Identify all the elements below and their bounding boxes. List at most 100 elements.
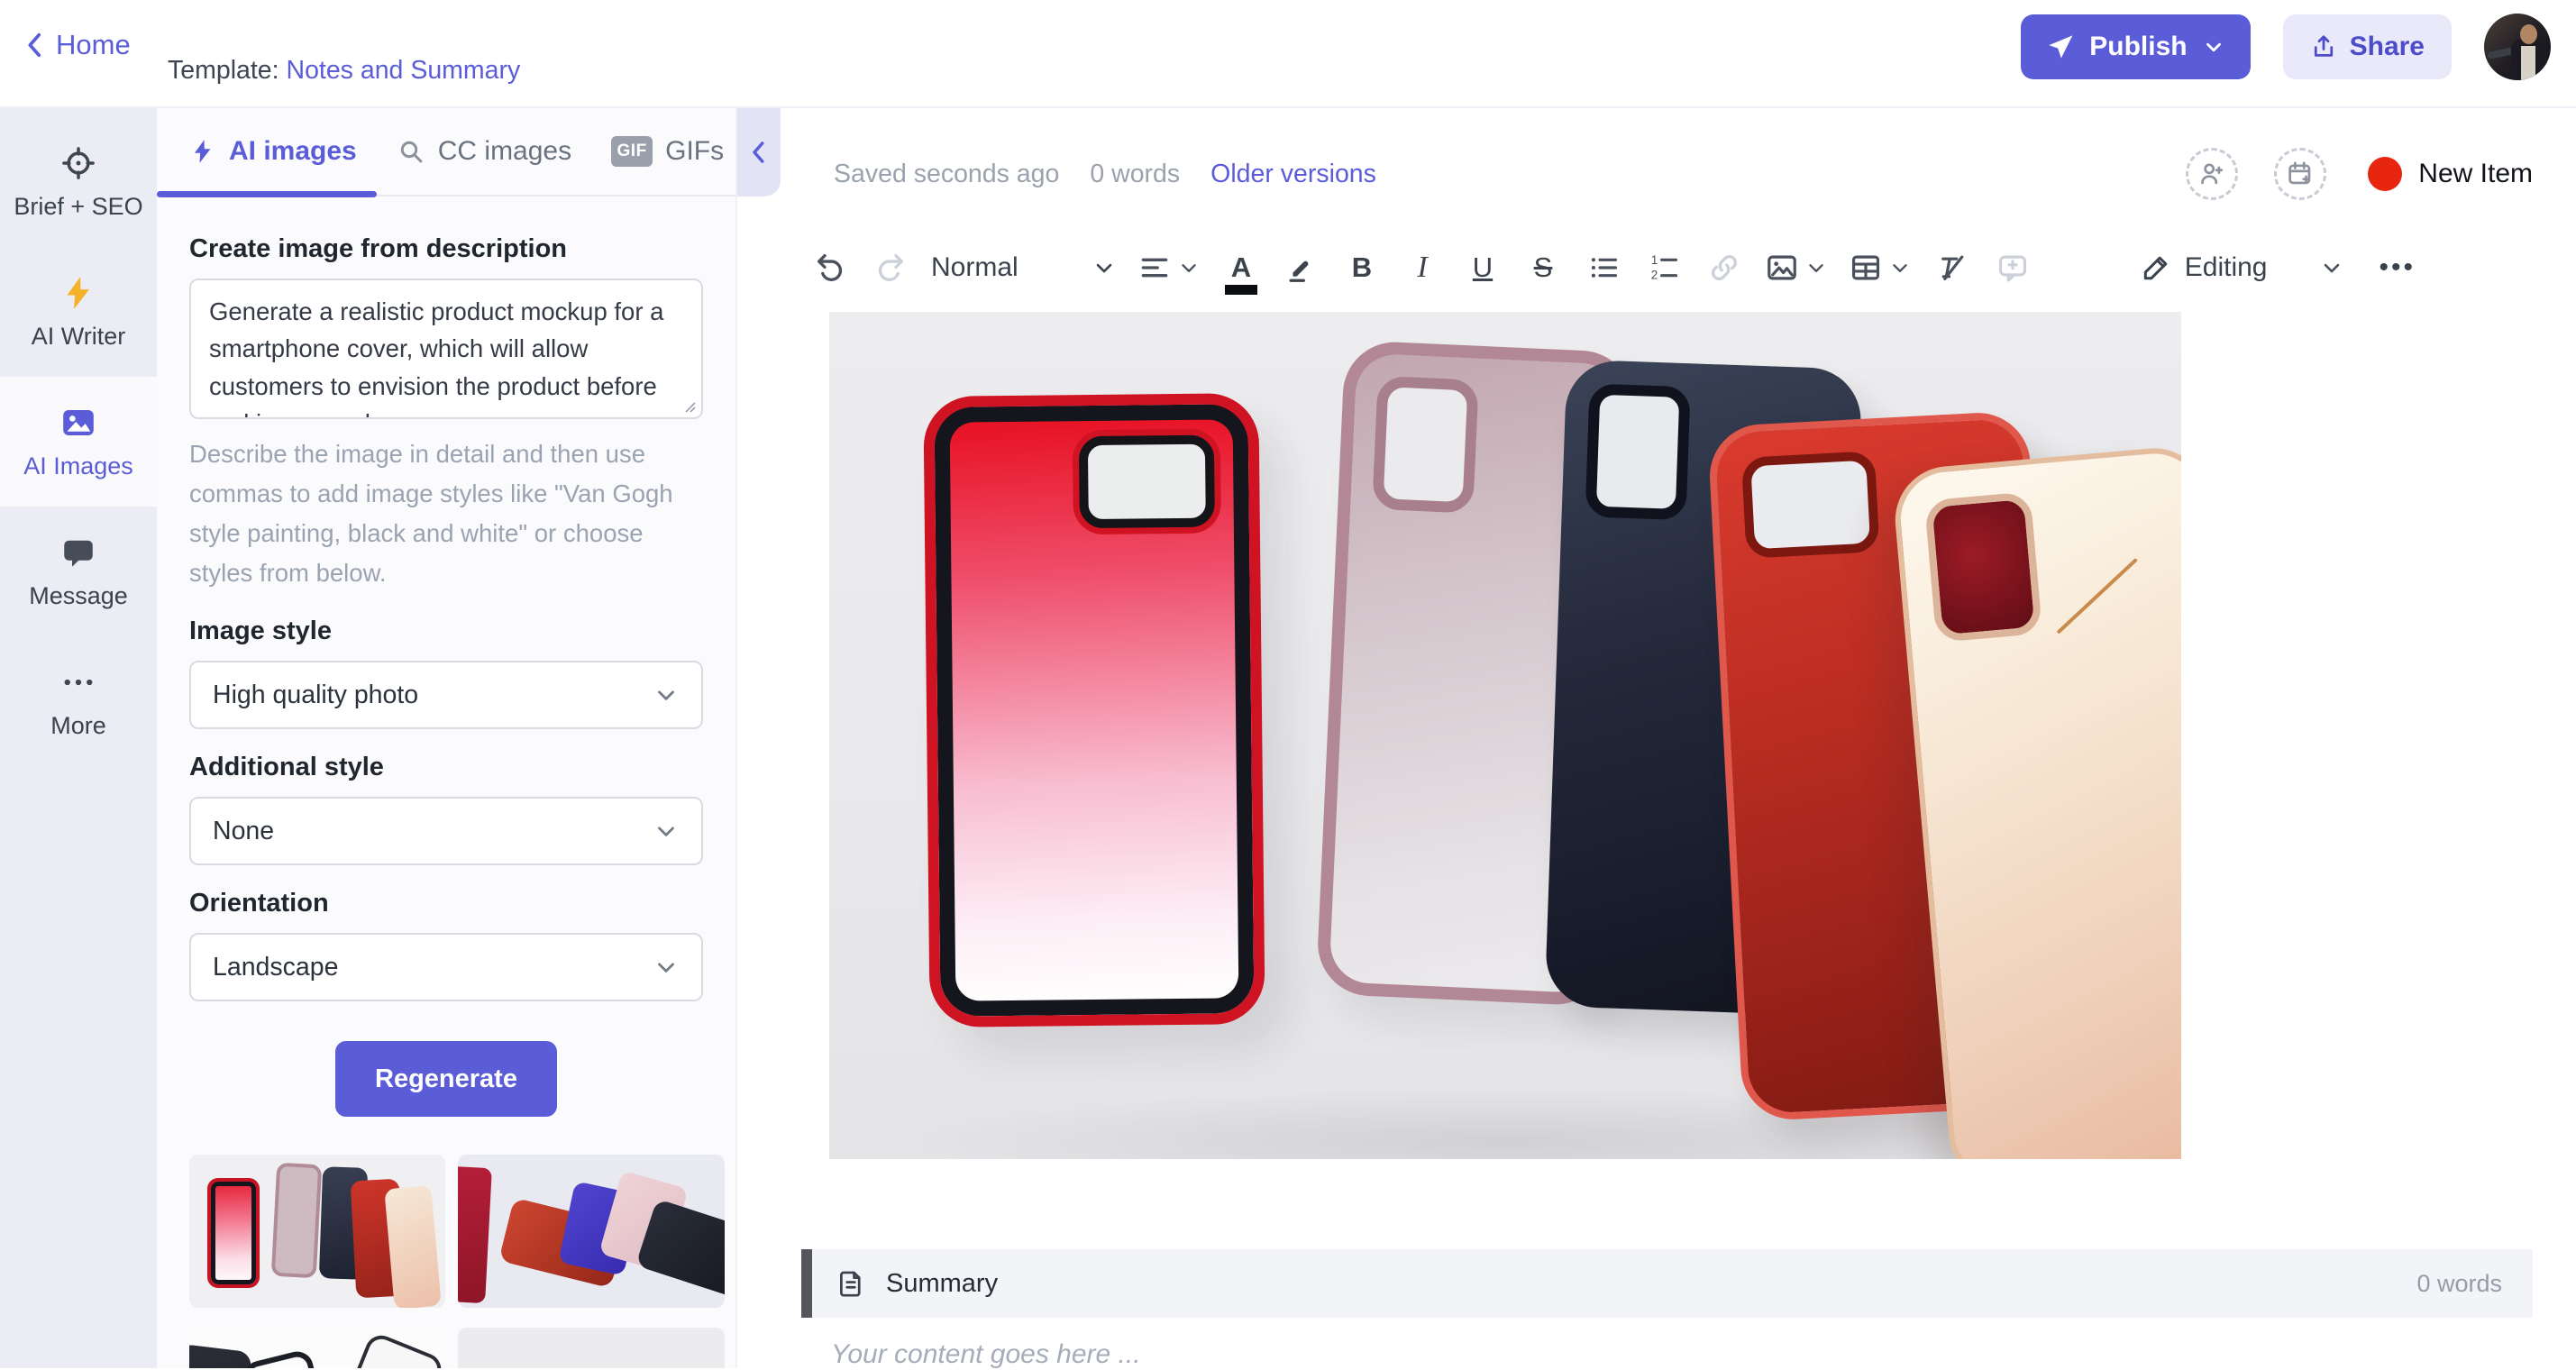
more-options-button[interactable]: ••• <box>2379 252 2416 283</box>
bullet-list-button[interactable] <box>1584 248 1623 288</box>
case-detail-line <box>2056 557 2138 635</box>
word-count: 0 words <box>1090 159 1181 188</box>
ordered-list-button[interactable]: 12 <box>1644 248 1684 288</box>
strikethrough-button[interactable]: S <box>1523 251 1563 284</box>
ai-image-thumbnail-2[interactable] <box>458 1155 725 1308</box>
ai-image-thumbnail-1[interactable] <box>189 1155 445 1308</box>
chevron-down-icon <box>1182 264 1196 272</box>
avatar[interactable] <box>2484 14 2551 80</box>
calendar-add-icon <box>2288 161 2311 185</box>
home-label: Home <box>56 29 131 60</box>
thumbnail-grid <box>189 1155 725 1368</box>
saved-status: Saved seconds ago <box>834 159 1060 188</box>
breadcrumb: Template: Notes and Summary <box>168 56 520 86</box>
share-button[interactable]: Share <box>2282 14 2452 79</box>
sidebar-item-label: AI Images <box>23 452 133 480</box>
chevron-down-icon <box>658 827 674 836</box>
sidebar-item-label: More <box>50 711 106 739</box>
left-sidebar: Brief + SEO AI Writer AI Images Message … <box>0 108 157 1368</box>
template-prefix: Template: <box>168 56 279 85</box>
editing-mode-select[interactable]: Editing ••• <box>2140 251 2416 284</box>
summary-section-header[interactable]: Summary 0 words <box>801 1249 2533 1318</box>
older-versions-link[interactable]: Older versions <box>1210 160 1376 189</box>
schedule-button[interactable] <box>2274 148 2327 200</box>
underline-button[interactable]: U <box>1463 251 1503 284</box>
send-icon <box>2049 35 2073 59</box>
add-comment-button[interactable] <box>1993 248 2032 288</box>
summary-title: Summary <box>886 1268 999 1298</box>
insert-table-select[interactable] <box>1849 251 1912 285</box>
publish-button[interactable]: Publish <box>2021 14 2251 79</box>
status-badge: New Item <box>2418 159 2533 188</box>
sidebar-item-label: AI Writer <box>31 322 126 350</box>
text-color-button[interactable]: A <box>1221 251 1261 295</box>
sidebar-item-label: Message <box>29 581 128 609</box>
ellipsis-icon <box>64 679 93 685</box>
sidebar-item-more[interactable]: More <box>0 636 157 766</box>
prompt-input[interactable]: Generate a realistic product mockup for … <box>189 279 703 419</box>
panel-tab-bar: AI images CC images GIF GIFs <box>157 108 735 197</box>
sidebar-item-ai-writer[interactable]: AI Writer <box>0 247 157 377</box>
align-select[interactable] <box>1137 251 1201 285</box>
chevron-left-icon <box>28 32 41 58</box>
tab-ai-images[interactable]: AI images <box>157 108 377 197</box>
comment-add-icon <box>1998 255 2027 282</box>
chevron-down-icon <box>658 690 674 700</box>
home-link[interactable]: Home <box>23 29 131 61</box>
ai-image-thumbnail-3[interactable] <box>189 1328 445 1368</box>
bullet-list-icon <box>1591 258 1618 278</box>
chevron-down-icon <box>2325 263 2340 273</box>
bold-button[interactable]: B <box>1342 251 1382 284</box>
svg-text:1: 1 <box>1651 253 1658 267</box>
table-icon <box>1851 255 1880 280</box>
summary-word-count: 0 words <box>2416 1269 2502 1297</box>
chevron-down-icon <box>1893 264 1907 272</box>
image-style-label: Image style <box>189 616 332 645</box>
regenerate-button[interactable]: Regenerate <box>335 1041 557 1117</box>
content-placeholder[interactable]: Your content goes here ... <box>831 1339 2576 1370</box>
clear-format-icon <box>1941 255 1964 280</box>
resize-handle-icon[interactable] <box>680 397 698 415</box>
phone-case-red-gradient <box>923 393 1265 1028</box>
paragraph-style-select[interactable]: Normal <box>931 252 1117 283</box>
undo-button[interactable] <box>810 248 850 288</box>
ai-images-panel: AI images CC images GIF GIFs Create imag… <box>157 108 737 1368</box>
chevron-down-icon <box>2206 42 2221 52</box>
image-style-select[interactable]: High quality photo <box>189 661 703 729</box>
gif-icon: GIF <box>611 136 653 167</box>
lightning-icon <box>67 276 89 309</box>
additional-style-select[interactable]: None <box>189 797 703 865</box>
sidebar-item-ai-images[interactable]: AI Images <box>0 377 157 507</box>
chat-icon <box>64 540 93 567</box>
chevron-down-icon <box>1096 263 1112 273</box>
prompt-helper-text: Describe the image in detail and then us… <box>189 440 673 587</box>
italic-button[interactable]: I <box>1402 251 1442 285</box>
editor-toolbar: Normal A B I U S 12 Editing ••• <box>810 236 2533 299</box>
chevron-left-icon <box>753 142 764 163</box>
redo-icon <box>878 254 904 281</box>
orientation-label: Orientation <box>189 889 329 918</box>
pencil-icon <box>2143 256 2168 280</box>
ai-image-thumbnail-4[interactable] <box>458 1328 725 1368</box>
highlight-button[interactable] <box>1282 248 1321 288</box>
clear-formatting-button[interactable] <box>1932 248 1972 288</box>
orientation-select[interactable]: Landscape <box>189 933 703 1001</box>
image-outline-icon <box>1768 255 1796 280</box>
sidebar-item-label: Brief + SEO <box>14 192 143 220</box>
document-icon <box>840 1271 861 1297</box>
tab-cc-images[interactable]: CC images <box>377 108 591 196</box>
redo-button[interactable] <box>871 248 910 288</box>
collapse-panel-button[interactable] <box>737 108 781 196</box>
sidebar-item-message[interactable]: Message <box>0 507 157 636</box>
insert-image-select[interactable] <box>1765 251 1828 285</box>
chevron-down-icon <box>1809 264 1823 272</box>
tab-gifs[interactable]: GIF GIFs <box>591 108 735 196</box>
add-collaborator-button[interactable] <box>2186 148 2239 200</box>
highlighter-icon <box>1289 260 1309 282</box>
generated-image[interactable] <box>829 312 2181 1159</box>
top-bar: Home Template: Notes and Summary Publish… <box>0 0 2576 108</box>
align-icon <box>1141 258 1168 278</box>
sidebar-item-brief-seo[interactable]: Brief + SEO <box>0 117 157 247</box>
template-link[interactable]: Notes and Summary <box>286 56 520 85</box>
link-button[interactable] <box>1704 248 1744 288</box>
